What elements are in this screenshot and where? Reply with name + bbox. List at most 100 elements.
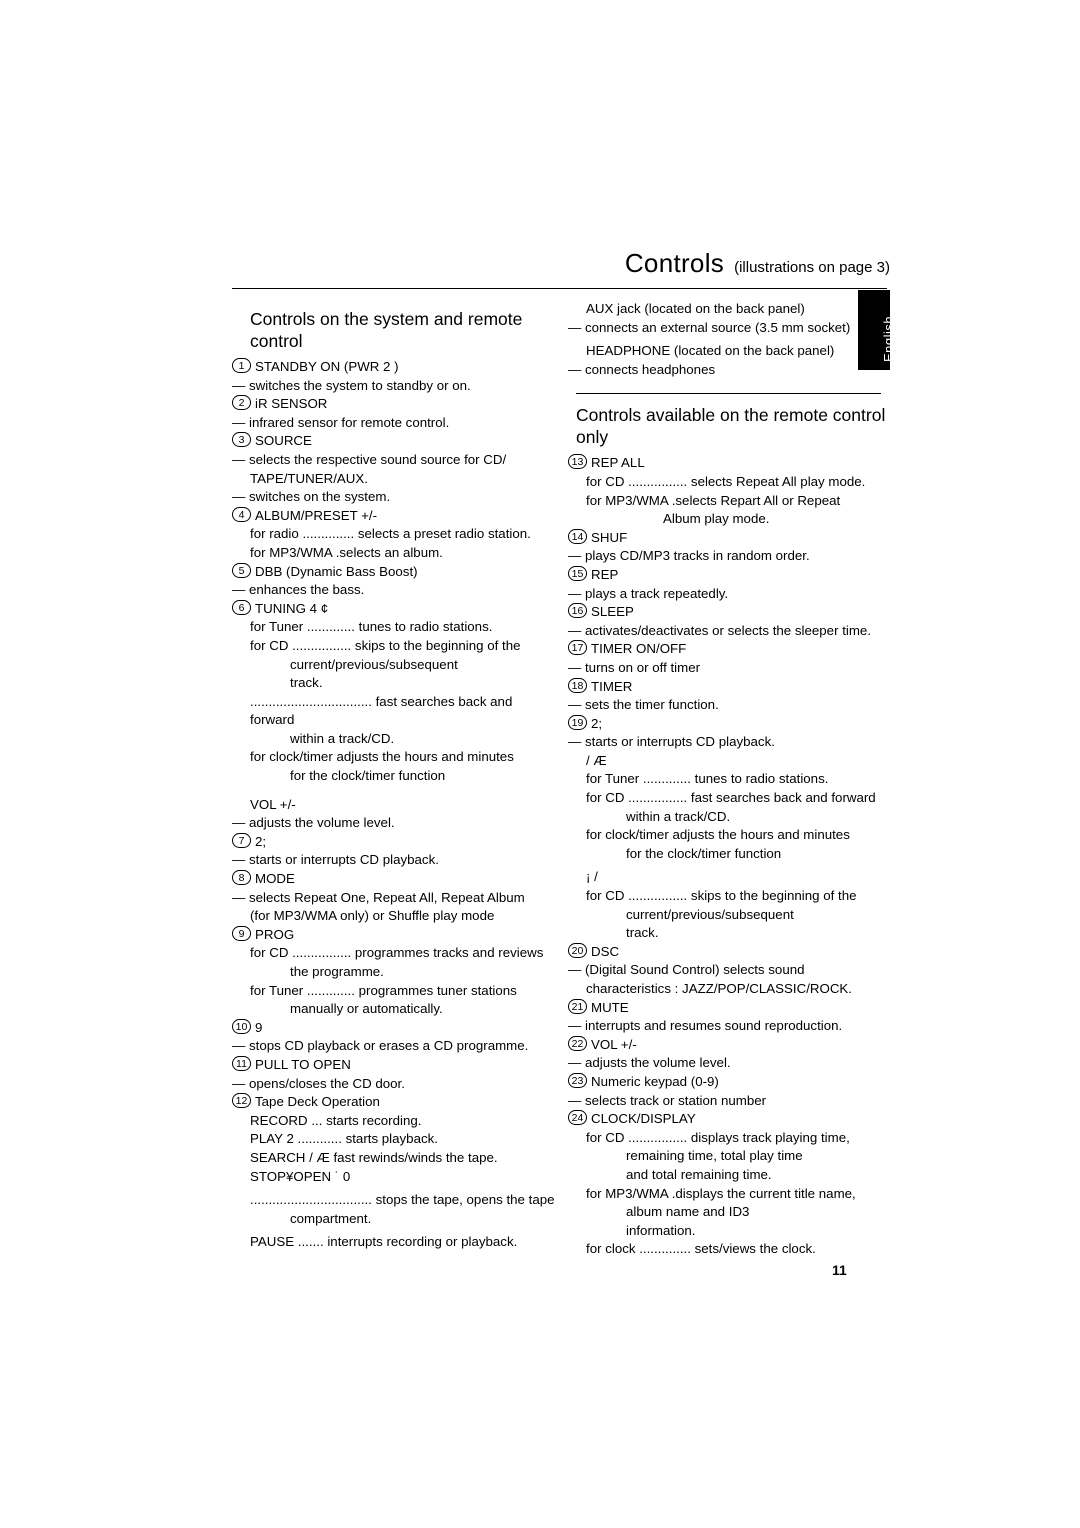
section-divider <box>576 393 881 395</box>
entry-label: 9 <box>255 1019 263 1035</box>
entry-number: 9 <box>232 925 251 941</box>
control-entry: 5 DBB (Dynamic Bass Boost) <box>232 562 557 582</box>
entry-number: 18 <box>568 677 587 693</box>
entry-line: — opens/closes the CD door. <box>232 1075 405 1091</box>
right-section-heading: Controls available on the remote control… <box>576 405 886 448</box>
entry-line: STOP¥OPEN ˙ 0 <box>250 1168 351 1184</box>
entry-number: 17 <box>568 640 587 656</box>
entry-label: MODE <box>255 871 295 887</box>
entry-line: — connects headphones <box>568 361 716 377</box>
control-entry: 12 Tape Deck Operation <box>232 1093 557 1112</box>
entry-label: ¡ / <box>586 869 598 885</box>
entry-number: 22 <box>568 1035 587 1051</box>
entry-line: SEARCH / Æ fast rewinds/winds the tape. <box>250 1149 498 1165</box>
entry-line: PLAY 2 ............ starts playback. <box>250 1131 438 1147</box>
entry-line: for CD ................ selects Repeat A… <box>586 473 866 489</box>
entry-number: 21 <box>568 998 587 1014</box>
entry-line: for MP3/WMA .selects an album. <box>250 544 443 560</box>
control-entry: 11 PULL TO OPEN <box>232 1055 557 1075</box>
entry-number: 6 <box>232 599 251 615</box>
entry-number: 24 <box>568 1110 587 1126</box>
entry-line: current/previous/subsequent <box>290 656 458 672</box>
entry-number: 19 <box>568 714 587 730</box>
entry-line: current/previous/subsequent <box>626 906 794 922</box>
entry-line: information. <box>626 1222 696 1238</box>
page-title-main: Controls <box>624 248 725 278</box>
entry-line: — sets the timer function. <box>568 697 719 713</box>
entry-label: SOURCE <box>255 433 312 449</box>
entry-label: MUTE <box>591 999 629 1015</box>
entry-label: CLOCK/DISPLAY <box>591 1111 696 1127</box>
entry-number: 1 <box>232 358 251 373</box>
entry-line: compartment. <box>290 1210 372 1226</box>
entry-number: 8 <box>232 870 251 886</box>
document-page: Controls (illustrations on page 3) Englis… <box>0 0 1080 1528</box>
control-entry: 6 TUNING 4 ¢ <box>232 599 557 619</box>
entry-label: Tape Deck Operation <box>255 1094 380 1110</box>
entry-line: RECORD ... starts recording. <box>250 1112 422 1128</box>
entry-label: STANDBY ON (PWR 2 ) <box>255 359 399 374</box>
entry-number: 4 <box>232 506 251 522</box>
entry-line: for Tuner ............. programmes tuner… <box>250 982 517 998</box>
control-entry: 22 VOL +/- <box>568 1035 898 1055</box>
control-entry: 7 2; <box>232 832 557 852</box>
entry-line: — starts or interrupts CD playback. <box>232 852 439 868</box>
control-entry: 3 SOURCE <box>232 432 557 451</box>
entry-line: — enhances the bass. <box>232 582 365 598</box>
control-entry: 23 Numeric keypad (0-9) <box>568 1072 898 1092</box>
entry-label: TIMER ON/OFF <box>591 641 687 657</box>
entry-label: SLEEP <box>591 604 634 620</box>
entry-line: — selects track or station number <box>568 1092 767 1108</box>
entry-label: PULL TO OPEN <box>255 1056 351 1072</box>
title-divider <box>232 288 887 289</box>
entry-number: 20 <box>568 942 587 958</box>
entry-label: AUX jack (located on the back panel) <box>586 301 805 316</box>
entry-line: — (Digital Sound Control) selects sound <box>568 962 805 978</box>
control-entry: 16 SLEEP <box>568 603 898 622</box>
entry-label: SHUF <box>591 529 628 545</box>
entry-number: 7 <box>232 832 251 848</box>
entry-line: (for MP3/WMA only) or Shuffle play mode <box>250 908 495 924</box>
left-column: Controls on the system and remote contro… <box>232 300 557 1252</box>
entry-line: remaining time, total play time <box>626 1148 803 1164</box>
entry-label: ALBUM/PRESET +/- <box>255 507 378 523</box>
entry-line: manually or automatically. <box>290 1001 443 1017</box>
control-entry: 17 TIMER ON/OFF <box>568 640 898 659</box>
entry-line: Album play mode. <box>663 511 770 527</box>
entry-label: REP <box>591 566 619 582</box>
left-section-heading: Controls on the system and remote contro… <box>250 309 523 351</box>
entry-line: for clock .............. sets/views the … <box>586 1241 816 1257</box>
entry-line: for Tuner ............. tunes to radio s… <box>250 619 493 635</box>
entry-label: REP ALL <box>591 455 645 471</box>
entry-line: — connects an external source (3.5 mm so… <box>568 319 851 335</box>
entry-number: 14 <box>568 528 587 544</box>
entry-line: for CD ................ skips to the beg… <box>586 888 857 904</box>
control-entry: 10 9 <box>232 1018 557 1038</box>
entry-line: — turns on or off timer <box>568 659 701 675</box>
entry-label: DBB (Dynamic Bass Boost) <box>255 563 418 579</box>
entry-label: iR SENSOR <box>255 396 328 412</box>
entry-line: for clock/timer adjusts the hours and mi… <box>586 827 850 843</box>
entry-label: PROG <box>255 926 295 942</box>
control-entry: 24 CLOCK/DISPLAY <box>568 1110 898 1129</box>
entry-label: TIMER <box>591 678 633 694</box>
entry-line: — adjusts the volume level. <box>232 815 395 831</box>
entry-line: for Tuner ............. tunes to radio s… <box>586 771 829 787</box>
control-entry: 8 MODE <box>232 870 557 889</box>
entry-number: 5 <box>232 562 251 578</box>
entry-number: 13 <box>568 454 587 470</box>
entry-label: / Æ <box>586 752 607 768</box>
entry-number: 11 <box>232 1055 251 1071</box>
entry-line: track. <box>290 675 323 691</box>
entry-line: track. <box>626 925 659 941</box>
control-entry: 14 SHUF <box>568 528 898 548</box>
entry-line: for MP3/WMA .selects Repart All or Repea… <box>586 492 841 508</box>
entry-number: 2 <box>232 395 251 411</box>
entry-line: within a track/CD. <box>626 808 731 824</box>
entry-line: — switches on the system. <box>232 489 391 505</box>
control-entry: 20 DSC <box>568 942 898 962</box>
entry-line: album name and ID3 <box>626 1204 750 1220</box>
entry-line: for radio .............. selects a prese… <box>250 526 531 542</box>
entry-number: 16 <box>568 603 587 619</box>
entry-line: — plays CD/MP3 tracks in random order. <box>568 548 810 564</box>
